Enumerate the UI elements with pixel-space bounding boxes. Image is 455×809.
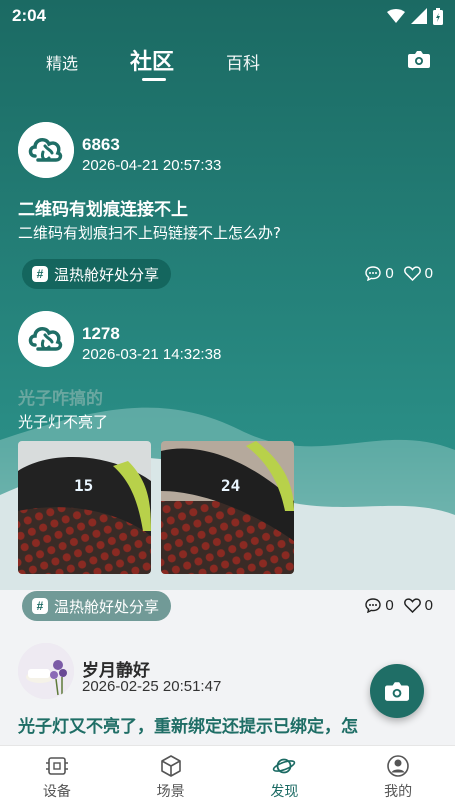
flower-avatar-image [18,643,74,699]
nav-label: 我的 [384,783,413,800]
hash-icon: # [32,266,48,282]
nav-device[interactable]: 设备 [0,746,114,809]
avatar[interactable] [18,643,74,699]
comment-count: 0 [385,265,394,282]
post-body: 二维码有划痕扫不上码链接不上怎么办? [18,224,281,242]
post-date: 2026-02-25 20:51:47 [82,678,222,695]
post-date: 2026-03-21 14:32:38 [82,346,222,363]
tab-encyclopedia[interactable]: 百科 [226,49,260,74]
topic-tag[interactable]: # 温热舱好处分享 [22,259,172,289]
device-icon [45,756,68,775]
post-username: 1278 [82,324,120,343]
nav-label: 场景 [156,783,185,800]
post-photo[interactable]: 24 [161,441,294,574]
camera-icon[interactable] [408,50,430,68]
top-tabs: 精选 社区 百科 [0,38,455,82]
active-tab-indicator [142,78,166,81]
nav-label: 设备 [42,783,71,800]
cloud-logo-icon [18,311,74,367]
status-bar: 2:04 [0,0,455,32]
bottom-nav: 设备 场景 发现 我的 [0,745,455,809]
cube-icon [160,754,181,777]
device-display: 15 [74,476,93,495]
wifi-icon [387,9,405,23]
like-count: 0 [424,597,433,614]
nav-label: 发现 [270,783,299,800]
tab-featured[interactable]: 精选 [46,50,78,74]
cloud-logo-icon [18,122,74,178]
post-camera-button[interactable] [370,664,424,718]
post-title: 二维码有划痕连接不上 [18,200,188,220]
comment-icon [365,598,382,613]
hash-icon: # [32,598,48,614]
battery-icon [433,7,443,25]
like-stat[interactable]: 0 [403,265,433,282]
device-display: 24 [221,476,240,495]
post-title: 光子咋搞的 [18,389,103,409]
tab-community[interactable]: 社区 [130,44,174,76]
comment-icon [365,266,382,281]
tag-label: 温热舱好处分享 [54,597,160,616]
post-date: 2026-04-21 20:57:33 [82,157,222,174]
comment-stat[interactable]: 0 [365,597,394,614]
camera-icon [385,682,409,701]
post-username: 6863 [82,135,120,154]
topic-tag[interactable]: # 温热舱好处分享 [22,591,172,621]
comment-count: 0 [385,597,394,614]
nav-profile[interactable]: 我的 [341,746,455,809]
heart-icon [403,266,421,281]
heart-icon [403,598,421,613]
post-stats: 0 0 [365,597,433,614]
avatar[interactable] [18,122,74,178]
avatar[interactable] [18,311,74,367]
like-stat[interactable]: 0 [403,597,433,614]
tag-label: 温热舱好处分享 [54,265,160,284]
post-body: 光子灯不亮了 [18,413,109,431]
like-count: 0 [424,265,433,282]
nav-discover[interactable]: 发现 [228,746,342,809]
post-stats: 0 0 [365,265,433,282]
planet-icon [273,758,296,773]
profile-icon [387,754,409,777]
post-title: 光子灯又不亮了，重新绑定还提示已绑定，怎 [18,717,358,737]
post-photo[interactable]: 15 [18,441,151,574]
status-time: 2:04 [12,6,47,25]
signal-icon [411,8,427,24]
nav-scene[interactable]: 场景 [114,746,228,809]
header-background [0,0,455,745]
comment-stat[interactable]: 0 [365,265,394,282]
